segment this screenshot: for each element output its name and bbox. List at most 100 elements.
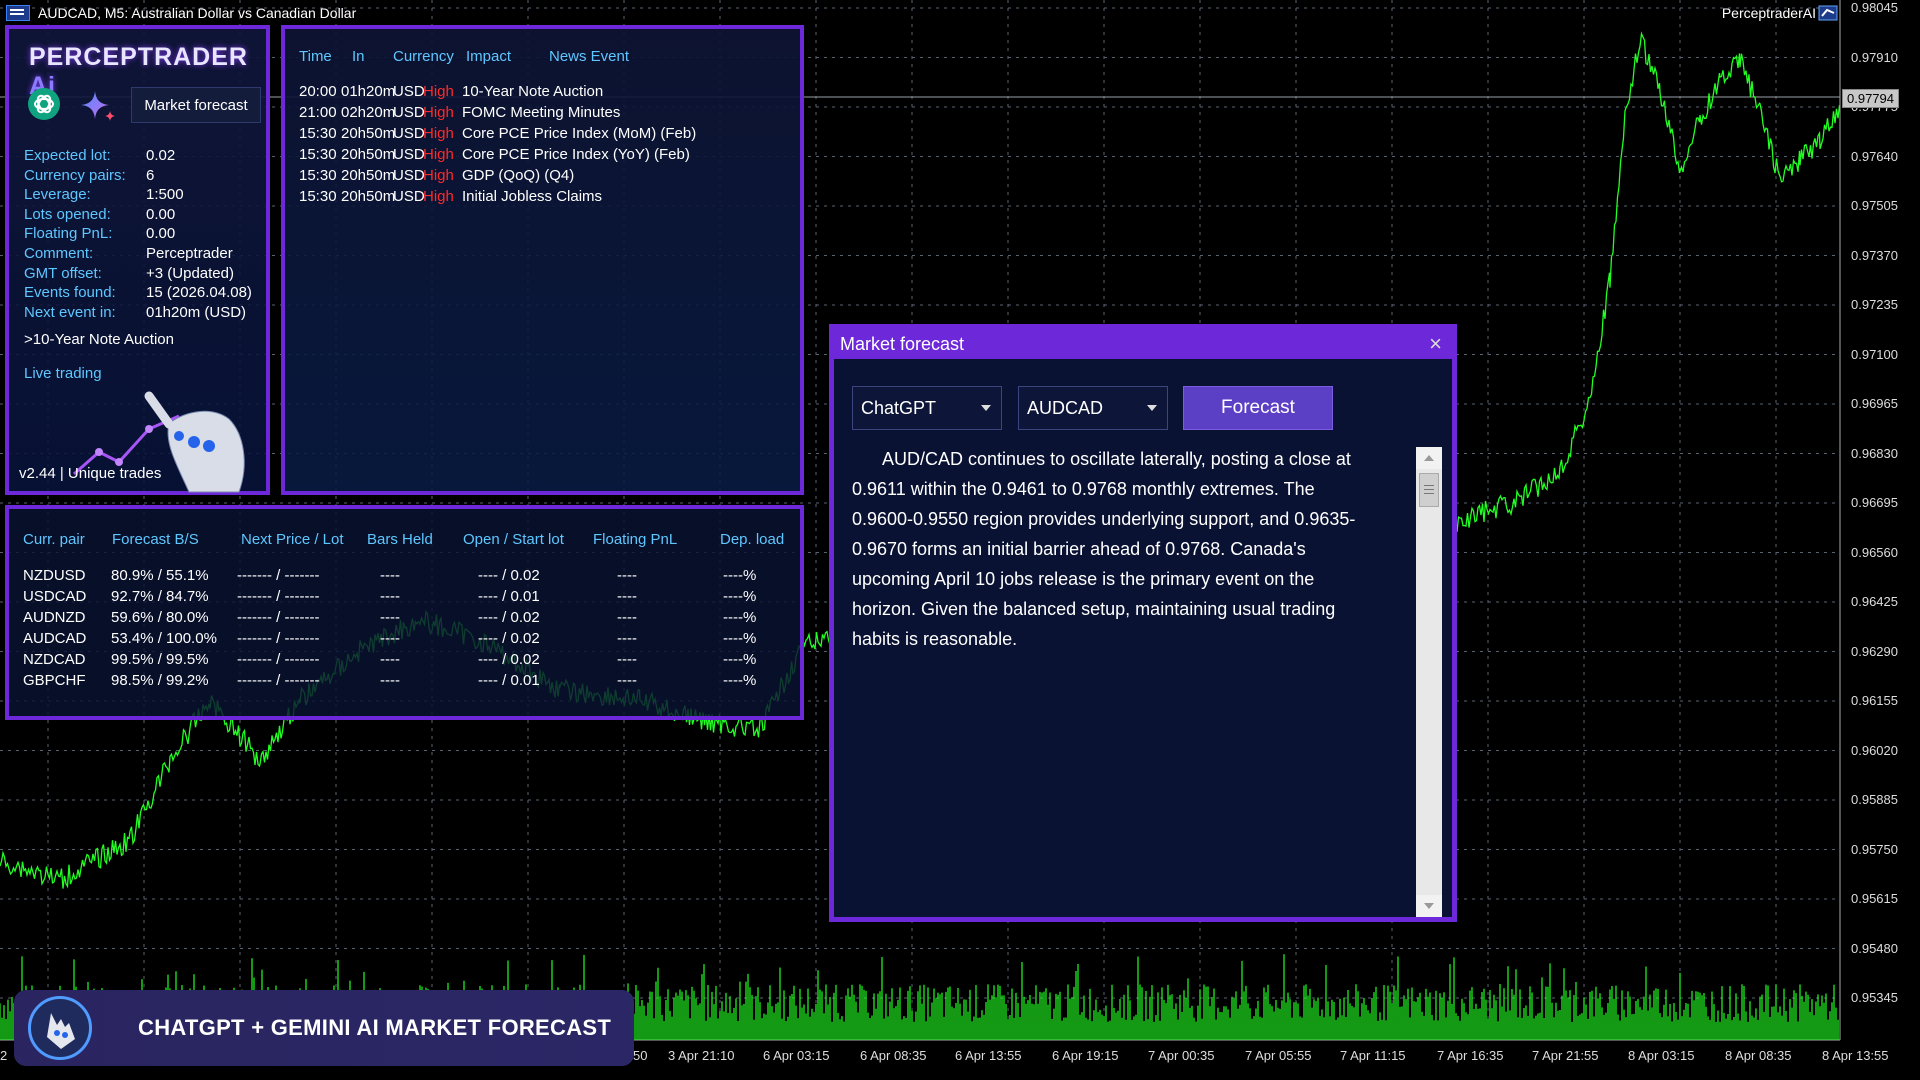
pairs-panel: Curr. pair Forecast B/S Next Price / Lot… bbox=[5, 505, 804, 720]
news-event: Core PCE Price Index (MoM) (Feb) bbox=[462, 125, 697, 142]
price-tick-label: 0.96020 bbox=[1851, 742, 1898, 758]
time-tick-label: 7 Apr 16:35 bbox=[1437, 1048, 1504, 1063]
pair-cell-next: ------- / ------- bbox=[237, 588, 320, 605]
price-tick-label: 0.98045 bbox=[1851, 0, 1898, 15]
price-tick-label: 0.96425 bbox=[1851, 594, 1898, 609]
pair-cell-open: ---- / 0.02 bbox=[478, 609, 540, 626]
pair-row[interactable]: NZDUSD 80.9% / 55.1% ------- / ------- ----… bbox=[23, 567, 803, 588]
pair-cell-next: ------- / ------- bbox=[237, 672, 320, 689]
scroll-thumb[interactable] bbox=[1419, 473, 1439, 507]
info-row: Currency pairs: 6 bbox=[24, 166, 252, 186]
time-tick-label: 7 Apr 21:55 bbox=[1532, 1048, 1599, 1063]
forecast-scrollbar[interactable] bbox=[1416, 447, 1442, 917]
pair-cell-pair: AUDCAD bbox=[23, 630, 87, 647]
pair-cell-bars: ---- bbox=[380, 567, 400, 584]
price-tick-label: 0.97505 bbox=[1851, 198, 1898, 213]
col-open-lot: Open / Start lot bbox=[463, 531, 564, 548]
news-currency: USD bbox=[393, 167, 425, 184]
current-price-tag: 0.97794 bbox=[1842, 89, 1899, 108]
pair-cell-pair: NZDCAD bbox=[23, 651, 86, 668]
time-tick-label: 6 Apr 08:35 bbox=[860, 1048, 927, 1063]
news-panel: Time In Currency Impact News Event 20:00… bbox=[281, 25, 804, 495]
pair-cell-pnl: ---- bbox=[617, 567, 637, 584]
pair-row[interactable]: USDCAD 92.7% / 84.7% ------- / ------- ----… bbox=[23, 588, 803, 609]
pair-cell-next: ------- / ------- bbox=[237, 651, 320, 668]
pair-row[interactable]: NZDCAD 99.5% / 99.5% ------- / ------- ----… bbox=[23, 651, 803, 672]
news-impact: High bbox=[423, 167, 454, 184]
news-in: 20h50m bbox=[341, 167, 396, 184]
pair-row[interactable]: AUDCAD 53.4% / 100.0% ------- / ------- ---… bbox=[23, 630, 803, 651]
news-impact: High bbox=[423, 83, 454, 100]
pair-cell-pair: USDCAD bbox=[23, 588, 87, 605]
info-row: Next event in: 01h20m (USD) bbox=[24, 303, 252, 323]
market-forecast-button[interactable]: Market forecast bbox=[131, 87, 261, 123]
price-tick-label: 0.97640 bbox=[1851, 148, 1898, 164]
info-value: Perceptrader bbox=[146, 244, 233, 262]
pair-cell-pnl: ---- bbox=[617, 651, 637, 668]
dialog-title-bar[interactable]: Market forecast × bbox=[834, 329, 1452, 359]
col-news-event: News Event bbox=[549, 48, 630, 65]
price-tick-label: 0.96965 bbox=[1851, 396, 1898, 411]
time-tick-label: 8 Apr 03:15 bbox=[1628, 1048, 1695, 1063]
info-label: Next event in: bbox=[24, 303, 116, 321]
next-event-name: >10-Year Note Auction bbox=[24, 331, 174, 348]
news-in: 01h20m bbox=[341, 83, 396, 100]
pair-cell-open: ---- / 0.01 bbox=[478, 672, 540, 689]
news-time: 15:30 bbox=[299, 146, 337, 163]
gemini-icon[interactable] bbox=[81, 89, 117, 123]
info-value: 0.00 bbox=[146, 205, 176, 223]
news-impact: High bbox=[423, 146, 454, 163]
news-currency: USD bbox=[393, 146, 425, 163]
close-icon[interactable]: × bbox=[1429, 331, 1442, 357]
pair-cell-open: ---- / 0.02 bbox=[478, 567, 540, 584]
news-in: 20h50m bbox=[341, 146, 396, 163]
pair-cell-bars: ---- bbox=[380, 630, 400, 647]
model-select[interactable]: ChatGPT bbox=[852, 386, 1002, 430]
expert-hat-icon[interactable] bbox=[1818, 4, 1838, 22]
chevron-down-icon bbox=[981, 405, 991, 411]
price-tick-label: 0.95345 bbox=[1851, 990, 1898, 1005]
pair-row[interactable]: AUDNZD 59.6% / 80.0% ------- / ------- ----… bbox=[23, 609, 803, 630]
pair-row[interactable]: GBPCHF 98.5% / 99.2% ------- / ------- ----… bbox=[23, 672, 803, 693]
pair-cell-forecast: 80.9% / 55.1% bbox=[111, 567, 209, 584]
chart-window-icon[interactable] bbox=[6, 5, 30, 21]
expert-name: PerceptraderAI bbox=[1721, 5, 1816, 21]
pair-cell-pnl: ---- bbox=[617, 672, 637, 689]
info-label: GMT offset: bbox=[24, 264, 102, 282]
pair-cell-forecast: 53.4% / 100.0% bbox=[111, 630, 217, 647]
pair-cell-forecast: 99.5% / 99.5% bbox=[111, 651, 209, 668]
version-label: v2.44 | Unique trades bbox=[19, 465, 162, 482]
pair-select[interactable]: AUDCAD bbox=[1018, 386, 1168, 430]
dialog-title: Market forecast bbox=[840, 333, 965, 354]
col-forecast: Forecast B/S bbox=[112, 531, 199, 548]
pair-cell-dep: ----% bbox=[723, 630, 757, 647]
pair-cell-bars: ---- bbox=[380, 651, 400, 668]
news-currency: USD bbox=[393, 104, 425, 121]
scroll-down-arrow-icon[interactable] bbox=[1416, 895, 1442, 917]
scroll-up-arrow-icon[interactable] bbox=[1416, 447, 1442, 469]
info-label: Events found: bbox=[24, 284, 116, 302]
news-time: 15:30 bbox=[299, 188, 337, 205]
time-tick-label: 6 Apr 19:15 bbox=[1052, 1048, 1119, 1063]
chatgpt-icon[interactable] bbox=[27, 87, 61, 121]
col-next-price: Next Price / Lot bbox=[241, 531, 344, 548]
time-tick-label: 3 Apr 21:10 bbox=[668, 1048, 735, 1063]
price-tick-label: 0.95750 bbox=[1851, 841, 1898, 857]
pair-cell-dep: ----% bbox=[723, 567, 757, 584]
info-row: Leverage: 1:500 bbox=[24, 185, 252, 205]
time-tick-label: 6 Apr 03:15 bbox=[763, 1048, 830, 1063]
info-label: Lots opened: bbox=[24, 205, 111, 223]
info-row: Expected lot: 0.02 bbox=[24, 146, 252, 166]
info-label: Floating PnL: bbox=[24, 225, 113, 243]
forecast-button[interactable]: Forecast bbox=[1183, 386, 1333, 430]
news-impact: High bbox=[423, 188, 454, 205]
info-value: 01h20m (USD) bbox=[146, 303, 247, 321]
pair-cell-bars: ---- bbox=[380, 672, 400, 689]
info-value: 0.00 bbox=[146, 225, 176, 243]
price-tick-label: 0.97100 bbox=[1851, 346, 1898, 362]
news-in: 20h50m bbox=[341, 125, 396, 142]
pair-select-value: AUDCAD bbox=[1027, 397, 1104, 418]
news-in: 02h20m bbox=[341, 104, 396, 121]
pair-cell-next: ------- / ------- bbox=[237, 609, 320, 626]
pair-cell-pnl: ---- bbox=[617, 588, 637, 605]
